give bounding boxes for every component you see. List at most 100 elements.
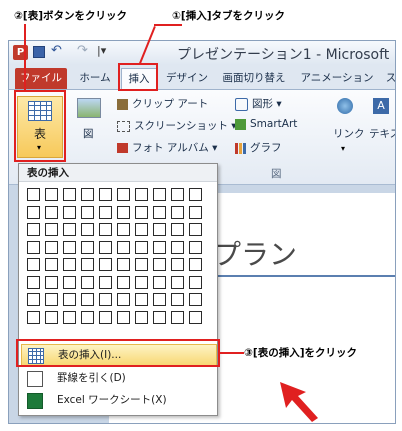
table-grid-cell[interactable] [135,310,148,324]
screenshot-button[interactable]: スクリーンショット ▾ [117,118,237,133]
undo-icon[interactable]: ↶ [51,43,62,58]
tab-slideshow[interactable]: スラ [381,68,395,105]
tab-transitions[interactable]: 画面切り替え [219,68,289,89]
picture-button[interactable]: 図 [73,96,103,146]
table-grid-cell[interactable] [63,310,76,324]
tab-animations[interactable]: アニメーション [295,68,379,89]
table-grid-cell[interactable] [135,223,148,236]
table-grid-cell[interactable] [27,223,40,236]
table-grid-cell[interactable] [63,258,76,271]
table-grid-cell[interactable] [171,293,184,306]
table-grid-cell[interactable] [153,275,166,289]
table-grid-cell[interactable] [135,258,148,271]
table-grid-cell[interactable] [117,188,130,201]
table-grid-cell[interactable] [27,293,40,306]
table-grid-cell[interactable] [117,275,130,289]
table-grid-cell[interactable] [81,275,94,289]
smartart-button[interactable]: SmartArt [235,118,297,130]
table-grid-cell[interactable] [27,275,40,289]
table-grid-cell[interactable] [117,293,130,306]
table-grid-cell[interactable] [171,188,184,201]
table-grid-cell[interactable] [189,310,202,324]
table-grid-cell[interactable] [99,275,112,289]
table-grid-cell[interactable] [63,240,76,254]
table-grid-cell[interactable] [189,258,202,271]
table-grid-cell[interactable] [189,223,202,236]
table-grid-cell[interactable] [189,240,202,254]
table-grid-cell[interactable] [189,293,202,306]
table-grid-cell[interactable] [81,188,94,201]
table-grid-cell[interactable] [45,258,58,271]
table-grid-cell[interactable] [81,240,94,254]
table-grid-cell[interactable] [153,188,166,201]
table-grid-cell[interactable] [153,205,166,219]
table-grid-cell[interactable] [63,293,76,306]
table-grid-cell[interactable] [63,275,76,289]
table-grid-cell[interactable] [99,258,112,271]
table-grid-cell[interactable] [189,188,202,201]
table-grid-cell[interactable] [45,293,58,306]
table-size-grid[interactable] [27,188,209,330]
table-grid-cell[interactable] [81,293,94,306]
table-grid-cell[interactable] [117,240,130,254]
shapes-button[interactable]: 図形 ▾ [235,96,282,111]
link-button[interactable]: リンク ▾ [331,96,365,156]
table-grid-cell[interactable] [117,223,130,236]
table-grid-cell[interactable] [135,275,148,289]
table-grid-cell[interactable] [171,310,184,324]
tab-design[interactable]: デザイン [161,68,213,89]
customize-icon[interactable]: |▾ [97,44,106,57]
table-grid-cell[interactable] [63,223,76,236]
table-grid-cell[interactable] [153,223,166,236]
table-grid-cell[interactable] [99,293,112,306]
table-grid-cell[interactable] [171,258,184,271]
table-grid-cell[interactable] [45,240,58,254]
table-grid-cell[interactable] [81,258,94,271]
table-grid-cell[interactable] [45,223,58,236]
table-grid-cell[interactable] [81,205,94,219]
redo-icon[interactable]: ↷ [77,43,88,58]
table-grid-cell[interactable] [135,205,148,219]
chart-button[interactable]: グラフ [235,140,282,155]
photo-album-button[interactable]: フォト アルバム ▾ [117,140,217,155]
clipart-button[interactable]: クリップ アート [117,96,208,111]
table-grid-cell[interactable] [117,205,130,219]
table-grid-cell[interactable] [27,188,40,201]
table-grid-cell[interactable] [99,240,112,254]
table-grid-cell[interactable] [81,310,94,324]
table-grid-cell[interactable] [99,223,112,236]
save-icon[interactable] [33,46,45,58]
table-grid-cell[interactable] [189,275,202,289]
table-grid-cell[interactable] [27,240,40,254]
table-grid-cell[interactable] [171,223,184,236]
text-button[interactable]: A テキス [367,96,395,156]
table-grid-cell[interactable] [99,310,112,324]
table-grid-cell[interactable] [81,223,94,236]
tab-home[interactable]: ホーム [75,68,115,89]
table-grid-cell[interactable] [27,310,40,324]
table-grid-cell[interactable] [153,293,166,306]
table-grid-cell[interactable] [27,258,40,271]
table-grid-cell[interactable] [189,205,202,219]
table-grid-cell[interactable] [45,310,58,324]
table-grid-cell[interactable] [153,310,166,324]
table-grid-cell[interactable] [63,205,76,219]
table-grid-cell[interactable] [171,205,184,219]
table-grid-cell[interactable] [117,310,130,324]
table-grid-cell[interactable] [171,240,184,254]
table-grid-cell[interactable] [45,188,58,201]
menu-item-draw-table[interactable]: 罫線を引く(D) [21,368,215,388]
table-grid-cell[interactable] [99,205,112,219]
table-grid-cell[interactable] [135,188,148,201]
table-grid-cell[interactable] [117,258,130,271]
table-grid-cell[interactable] [153,258,166,271]
menu-item-excel-worksheet[interactable]: Excel ワークシート(X) [21,390,215,410]
table-grid-cell[interactable] [171,275,184,289]
table-grid-cell[interactable] [153,240,166,254]
table-grid-cell[interactable] [135,240,148,254]
table-grid-cell[interactable] [27,205,40,219]
table-grid-cell[interactable] [63,188,76,201]
table-grid-cell[interactable] [45,205,58,219]
tab-file[interactable]: ファイル [15,68,67,89]
table-grid-cell[interactable] [135,293,148,306]
